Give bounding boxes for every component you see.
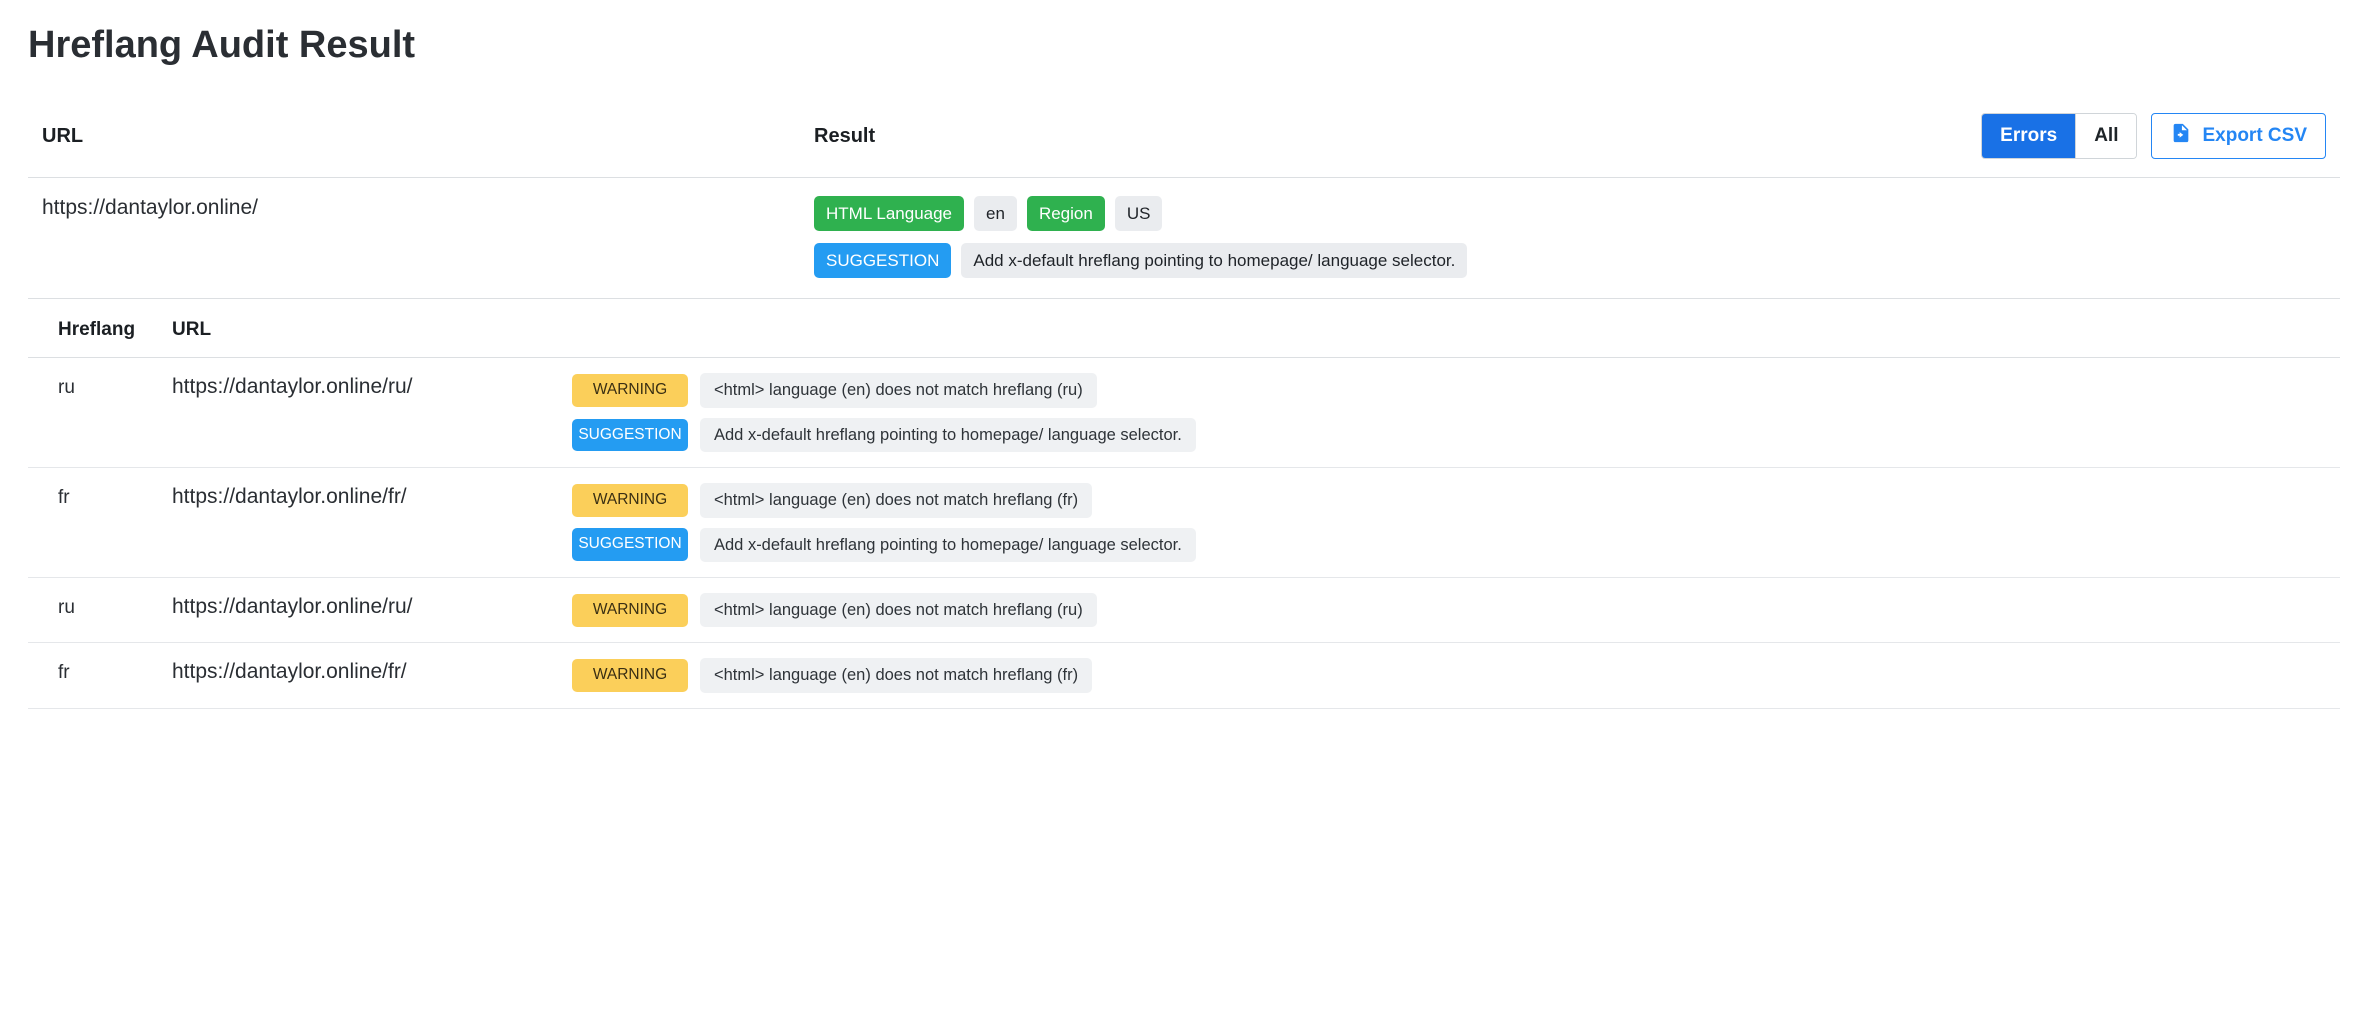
row-messages: WARNING <html> language (en) does not mat…	[572, 483, 2326, 562]
row-messages: WARNING <html> language (en) does not mat…	[572, 658, 2326, 692]
filter-all-button[interactable]: All	[2075, 114, 2136, 158]
hreflang-value: ru	[58, 373, 172, 399]
export-label: Export CSV	[2202, 125, 2307, 147]
column-header-hreflang: Hreflang	[58, 319, 172, 341]
warning-badge: WARNING	[572, 374, 688, 407]
message-text: <html> language (en) does not match href…	[700, 593, 1097, 627]
warning-badge: WARNING	[572, 594, 688, 627]
warning-badge: WARNING	[572, 659, 688, 692]
warning-badge: WARNING	[572, 484, 688, 517]
info-tag: HTML Language	[814, 196, 964, 231]
message-line: WARNING <html> language (en) does not mat…	[572, 483, 2326, 517]
column-header-url: URL	[42, 125, 802, 148]
table-row: frhttps://dantaylor.online/fr/WARNING <ht…	[28, 643, 2340, 708]
row-url: https://dantaylor.online/ru/	[172, 373, 572, 399]
message-line: SUGGESTION Add x-default hreflang pointin…	[572, 528, 2326, 562]
message-text: Add x-default hreflang pointing to homep…	[700, 418, 1196, 452]
row-url: https://dantaylor.online/fr/	[172, 658, 572, 684]
table-row: frhttps://dantaylor.online/fr/WARNING <ht…	[28, 468, 2340, 578]
message-line: WARNING <html> language (en) does not mat…	[572, 658, 2326, 692]
suggestion-badge: SUGGESTION	[572, 528, 688, 561]
hreflang-value: fr	[58, 483, 172, 509]
info-tag: Region	[1027, 196, 1105, 231]
info-tag: US	[1115, 196, 1163, 231]
main-url-row: https://dantaylor.online/ HTML Language e…	[28, 178, 2340, 299]
message-line: SUGGESTION Add x-default hreflang pointin…	[572, 418, 2326, 452]
message-text: <html> language (en) does not match href…	[700, 483, 1092, 517]
export-icon	[2170, 122, 2192, 150]
table-row: ruhttps://dantaylor.online/ru/WARNING <ht…	[28, 358, 2340, 468]
export-csv-button[interactable]: Export CSV	[2151, 113, 2326, 159]
filter-toggle-group: Errors All	[1981, 113, 2137, 159]
message-text: <html> language (en) does not match href…	[700, 658, 1092, 692]
filter-errors-button[interactable]: Errors	[1982, 114, 2075, 158]
message-line: WARNING <html> language (en) does not mat…	[572, 373, 2326, 407]
suggestion-text: Add x-default hreflang pointing to homep…	[961, 243, 1467, 278]
page-title: Hreflang Audit Result	[28, 24, 2340, 67]
main-suggestion-row: SUGGESTION Add x-default hreflang pointi…	[814, 243, 2326, 278]
row-messages: WARNING <html> language (en) does not mat…	[572, 593, 2326, 627]
main-info-tags: HTML Language en Region US	[814, 196, 2326, 231]
sub-table-header: Hreflang URL	[28, 299, 2340, 358]
table-row: ruhttps://dantaylor.online/ru/WARNING <ht…	[28, 578, 2340, 643]
info-tag: en	[974, 196, 1017, 231]
main-url: https://dantaylor.online/	[42, 196, 802, 278]
row-messages: WARNING <html> language (en) does not mat…	[572, 373, 2326, 452]
hreflang-value: fr	[58, 658, 172, 684]
row-url: https://dantaylor.online/fr/	[172, 483, 572, 509]
hreflang-value: ru	[58, 593, 172, 619]
row-url: https://dantaylor.online/ru/	[172, 593, 572, 619]
column-header-suburl: URL	[172, 319, 572, 341]
column-header-result: Result	[814, 125, 1969, 148]
suggestion-badge: SUGGESTION	[572, 419, 688, 452]
suggestion-badge: SUGGESTION	[814, 243, 951, 278]
main-table-header: URL Result Errors All Export CSV	[28, 103, 2340, 178]
message-text: Add x-default hreflang pointing to homep…	[700, 528, 1196, 562]
message-text: <html> language (en) does not match href…	[700, 373, 1097, 407]
message-line: WARNING <html> language (en) does not mat…	[572, 593, 2326, 627]
